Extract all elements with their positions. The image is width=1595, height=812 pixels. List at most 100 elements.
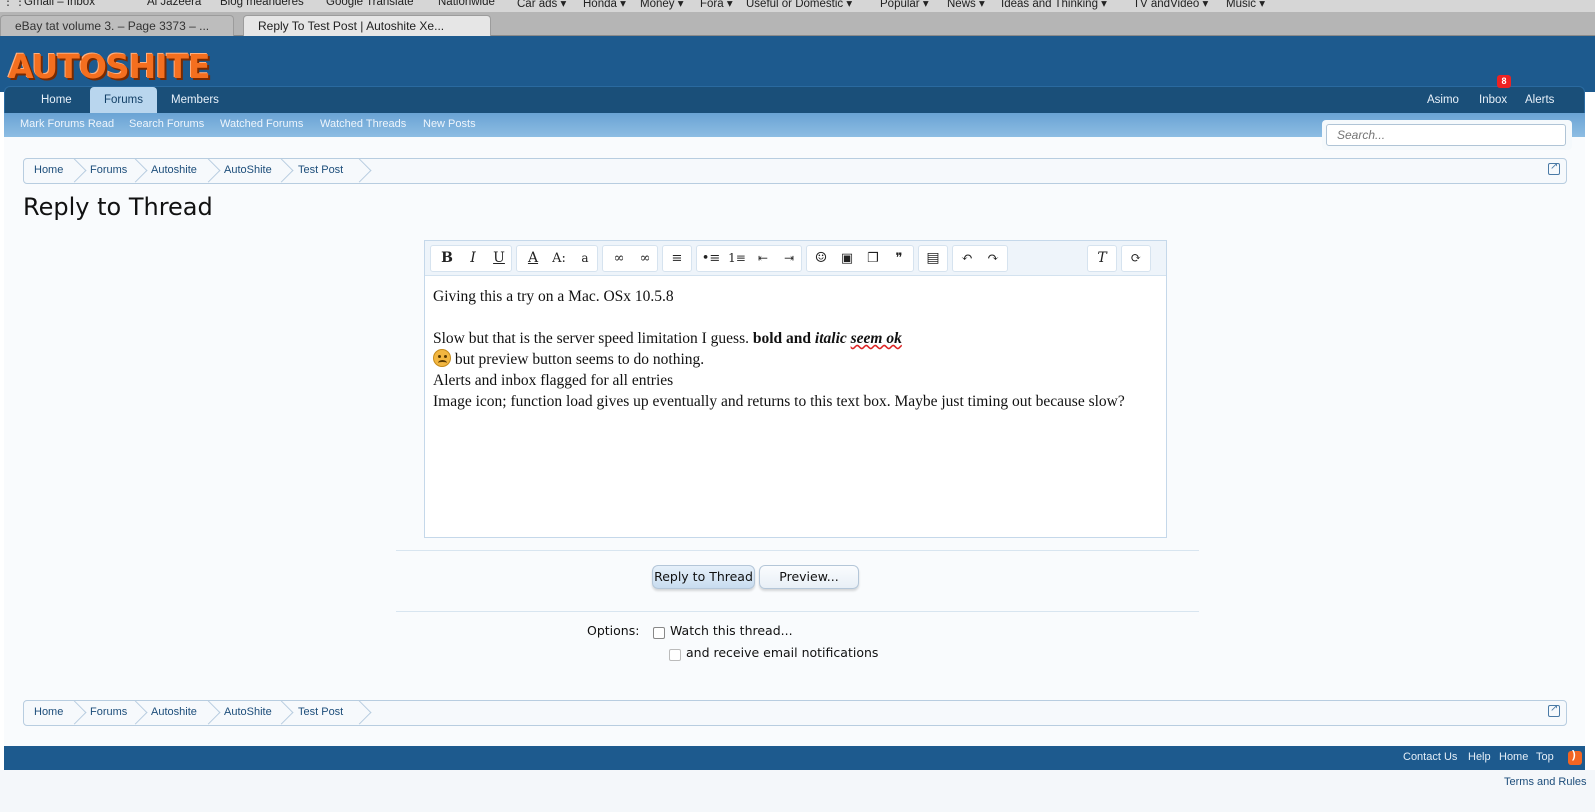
main-nav: Home Forums Members Asimo Inbox Alerts (4, 86, 1585, 114)
breadcrumb-home[interactable]: Home (34, 159, 63, 183)
indent-icon[interactable]: ⇥ (776, 246, 802, 271)
breadcrumb-separator (357, 701, 369, 725)
breadcrumb-separator (279, 701, 291, 725)
numbered-list-icon[interactable]: 1≡ (724, 246, 750, 271)
divider (396, 550, 1199, 551)
post-line-3: but preview button seems to do nothing. (433, 349, 1153, 370)
browser-tab-ebay[interactable]: eBay tat volume 3. – Page 3373 – ... (0, 15, 234, 36)
toolbar-group-draft: ▤ (918, 245, 948, 272)
nav-tab-forums[interactable]: Forums (90, 87, 157, 114)
browser-tab-active[interactable]: Reply To Test Post | Autoshite Xe... (243, 15, 491, 36)
bookmark-popular[interactable]: Popular ▾ (880, 0, 929, 10)
rich-text-editor[interactable]: B I U A A: a ∞ ∞ ≡ •≡ 1≡ ⇤ ⇥ ☺ ▣ ❐ ❞ ▤ ↶… (424, 240, 1167, 538)
post-text-preview-note: but preview button seems to do nothing. (451, 351, 705, 368)
watch-thread-label[interactable]: Watch this thread... (670, 623, 793, 638)
nav-alerts[interactable]: Alerts (1525, 87, 1554, 114)
footer-contact-us[interactable]: Contact Us (1403, 751, 1457, 763)
frown-emoji-icon (433, 349, 451, 367)
font-family-icon[interactable]: a (572, 246, 598, 271)
bookmark-fora[interactable]: Fora ▾ (700, 0, 733, 10)
nav-tab-members[interactable]: Members (157, 87, 233, 114)
preview-button[interactable]: Preview... (759, 565, 859, 589)
watch-thread-checkbox[interactable] (653, 627, 665, 639)
toolbar-group-font: A A: a (516, 245, 598, 272)
email-notifications-checkbox[interactable] (669, 649, 681, 661)
link-icon[interactable]: ∞ (606, 246, 632, 271)
site-footer: Contact Us Help Home Top (4, 746, 1585, 770)
quote-icon[interactable]: ❞ (886, 246, 912, 271)
nav-user-asimo[interactable]: Asimo (1427, 87, 1459, 114)
email-notifications-label[interactable]: and receive email notifications (686, 645, 878, 660)
post-line-2: Slow but that is the server speed limita… (433, 328, 1153, 349)
bookmark-translate[interactable]: Google Translate (326, 0, 414, 8)
subnav-new-posts[interactable]: New Posts (423, 118, 476, 130)
breadcrumb-autoshite-sub[interactable]: AutoShite (224, 701, 272, 725)
bookmark-news[interactable]: News ▾ (947, 0, 985, 10)
bookmark-blog[interactable]: Blog meanderes (220, 0, 304, 8)
post-text-bold: bold and (752, 330, 815, 347)
redo-icon[interactable]: ↷ (980, 246, 1006, 271)
post-text-underline: seem ok (850, 330, 902, 347)
editor-toolbar: B I U A A: a ∞ ∞ ≡ •≡ 1≡ ⇤ ⇥ ☺ ▣ ❐ ❞ ▤ ↶… (425, 241, 1166, 276)
bookmark-nationwide[interactable]: Nationwide (438, 0, 495, 8)
unlink-icon[interactable]: ∞ (632, 246, 658, 271)
font-size-icon[interactable]: A: (546, 246, 572, 271)
footer-help[interactable]: Help (1468, 751, 1491, 763)
breadcrumb-autoshite-sub[interactable]: AutoShite (224, 159, 272, 183)
reply-to-thread-button[interactable]: Reply to Thread (652, 565, 755, 589)
bookmark-al-jazeera[interactable]: Al Jazeera (147, 0, 201, 8)
bookmark-music[interactable]: Music ▾ (1226, 0, 1265, 10)
jump-to-icon[interactable] (1548, 161, 1560, 175)
smilie-icon[interactable]: ☺ (808, 246, 834, 271)
toolbar-group-link: ∞ ∞ (602, 245, 658, 272)
rss-icon[interactable] (1568, 749, 1582, 765)
editor-content[interactable]: Giving this a try on a Mac. OSx 10.5.8 S… (433, 286, 1153, 412)
site-logo[interactable]: AUTOSHITE (8, 50, 211, 83)
breadcrumb-separator (357, 159, 369, 183)
bookmark-car-ads[interactable]: Car ads ▾ (517, 0, 566, 10)
bookmark-honda[interactable]: Honda ▾ (583, 0, 626, 10)
bookmark-useful[interactable]: Useful or Domestic ▾ (746, 0, 852, 10)
media-icon[interactable]: ❐ (860, 246, 886, 271)
post-line-4: Alerts and inbox flagged for all entries (433, 372, 674, 389)
toolbar-group-mode: ⟳ (1121, 245, 1151, 272)
bold-icon[interactable]: B (434, 246, 460, 271)
toggle-bbcode-icon[interactable]: ⟳ (1123, 246, 1149, 271)
post-text-plain: Slow but that is the server speed limita… (433, 330, 753, 347)
page-title: Reply to Thread (23, 193, 213, 221)
jump-to-icon[interactable] (1548, 703, 1560, 717)
bookmark-ideas[interactable]: Ideas and Thinking ▾ (1001, 0, 1107, 10)
underline-icon[interactable]: U (486, 246, 512, 271)
text-color-icon[interactable]: A (520, 246, 546, 271)
undo-icon[interactable]: ↶ (954, 246, 980, 271)
bookmark-money[interactable]: Money ▾ (640, 0, 683, 10)
footer-home[interactable]: Home (1499, 751, 1528, 763)
subnav-search-forums[interactable]: Search Forums (129, 118, 204, 130)
footer-top[interactable]: Top (1536, 751, 1554, 763)
apps-grid-icon[interactable]: ⋮⋮ (2, 0, 26, 8)
nav-inbox[interactable]: Inbox (1479, 87, 1507, 114)
breadcrumb-test-post[interactable]: Test Post (298, 159, 343, 183)
bullet-list-icon[interactable]: •≡ (698, 246, 724, 271)
subnav-watched-threads[interactable]: Watched Threads (320, 118, 406, 130)
breadcrumb-autoshite[interactable]: Autoshite (151, 701, 197, 725)
nav-tab-home[interactable]: Home (27, 87, 86, 114)
subnav-watched-forums[interactable]: Watched Forums (220, 118, 303, 130)
save-draft-icon[interactable]: ▤ (920, 246, 946, 271)
search-input[interactable] (1326, 124, 1566, 146)
align-icon[interactable]: ≡ (664, 246, 690, 271)
breadcrumb-forums[interactable]: Forums (90, 159, 127, 183)
outdent-icon[interactable]: ⇤ (750, 246, 776, 271)
bookmark-tv[interactable]: TV andVideo ▾ (1133, 0, 1208, 10)
breadcrumb-forums[interactable]: Forums (90, 701, 127, 725)
italic-icon[interactable]: I (460, 246, 486, 271)
terms-and-rules-link[interactable]: Terms and Rules (1504, 776, 1587, 788)
remove-format-icon[interactable]: T (1089, 246, 1115, 271)
subnav-mark-forums-read[interactable]: Mark Forums Read (20, 118, 114, 130)
breadcrumb-home[interactable]: Home (34, 701, 63, 725)
image-icon[interactable]: ▣ (834, 246, 860, 271)
inbox-count-badge: 8 (1497, 75, 1511, 88)
breadcrumb-autoshite[interactable]: Autoshite (151, 159, 197, 183)
breadcrumb-test-post[interactable]: Test Post (298, 701, 343, 725)
bookmark-gmail[interactable]: Gmail – Inbox (24, 0, 95, 8)
